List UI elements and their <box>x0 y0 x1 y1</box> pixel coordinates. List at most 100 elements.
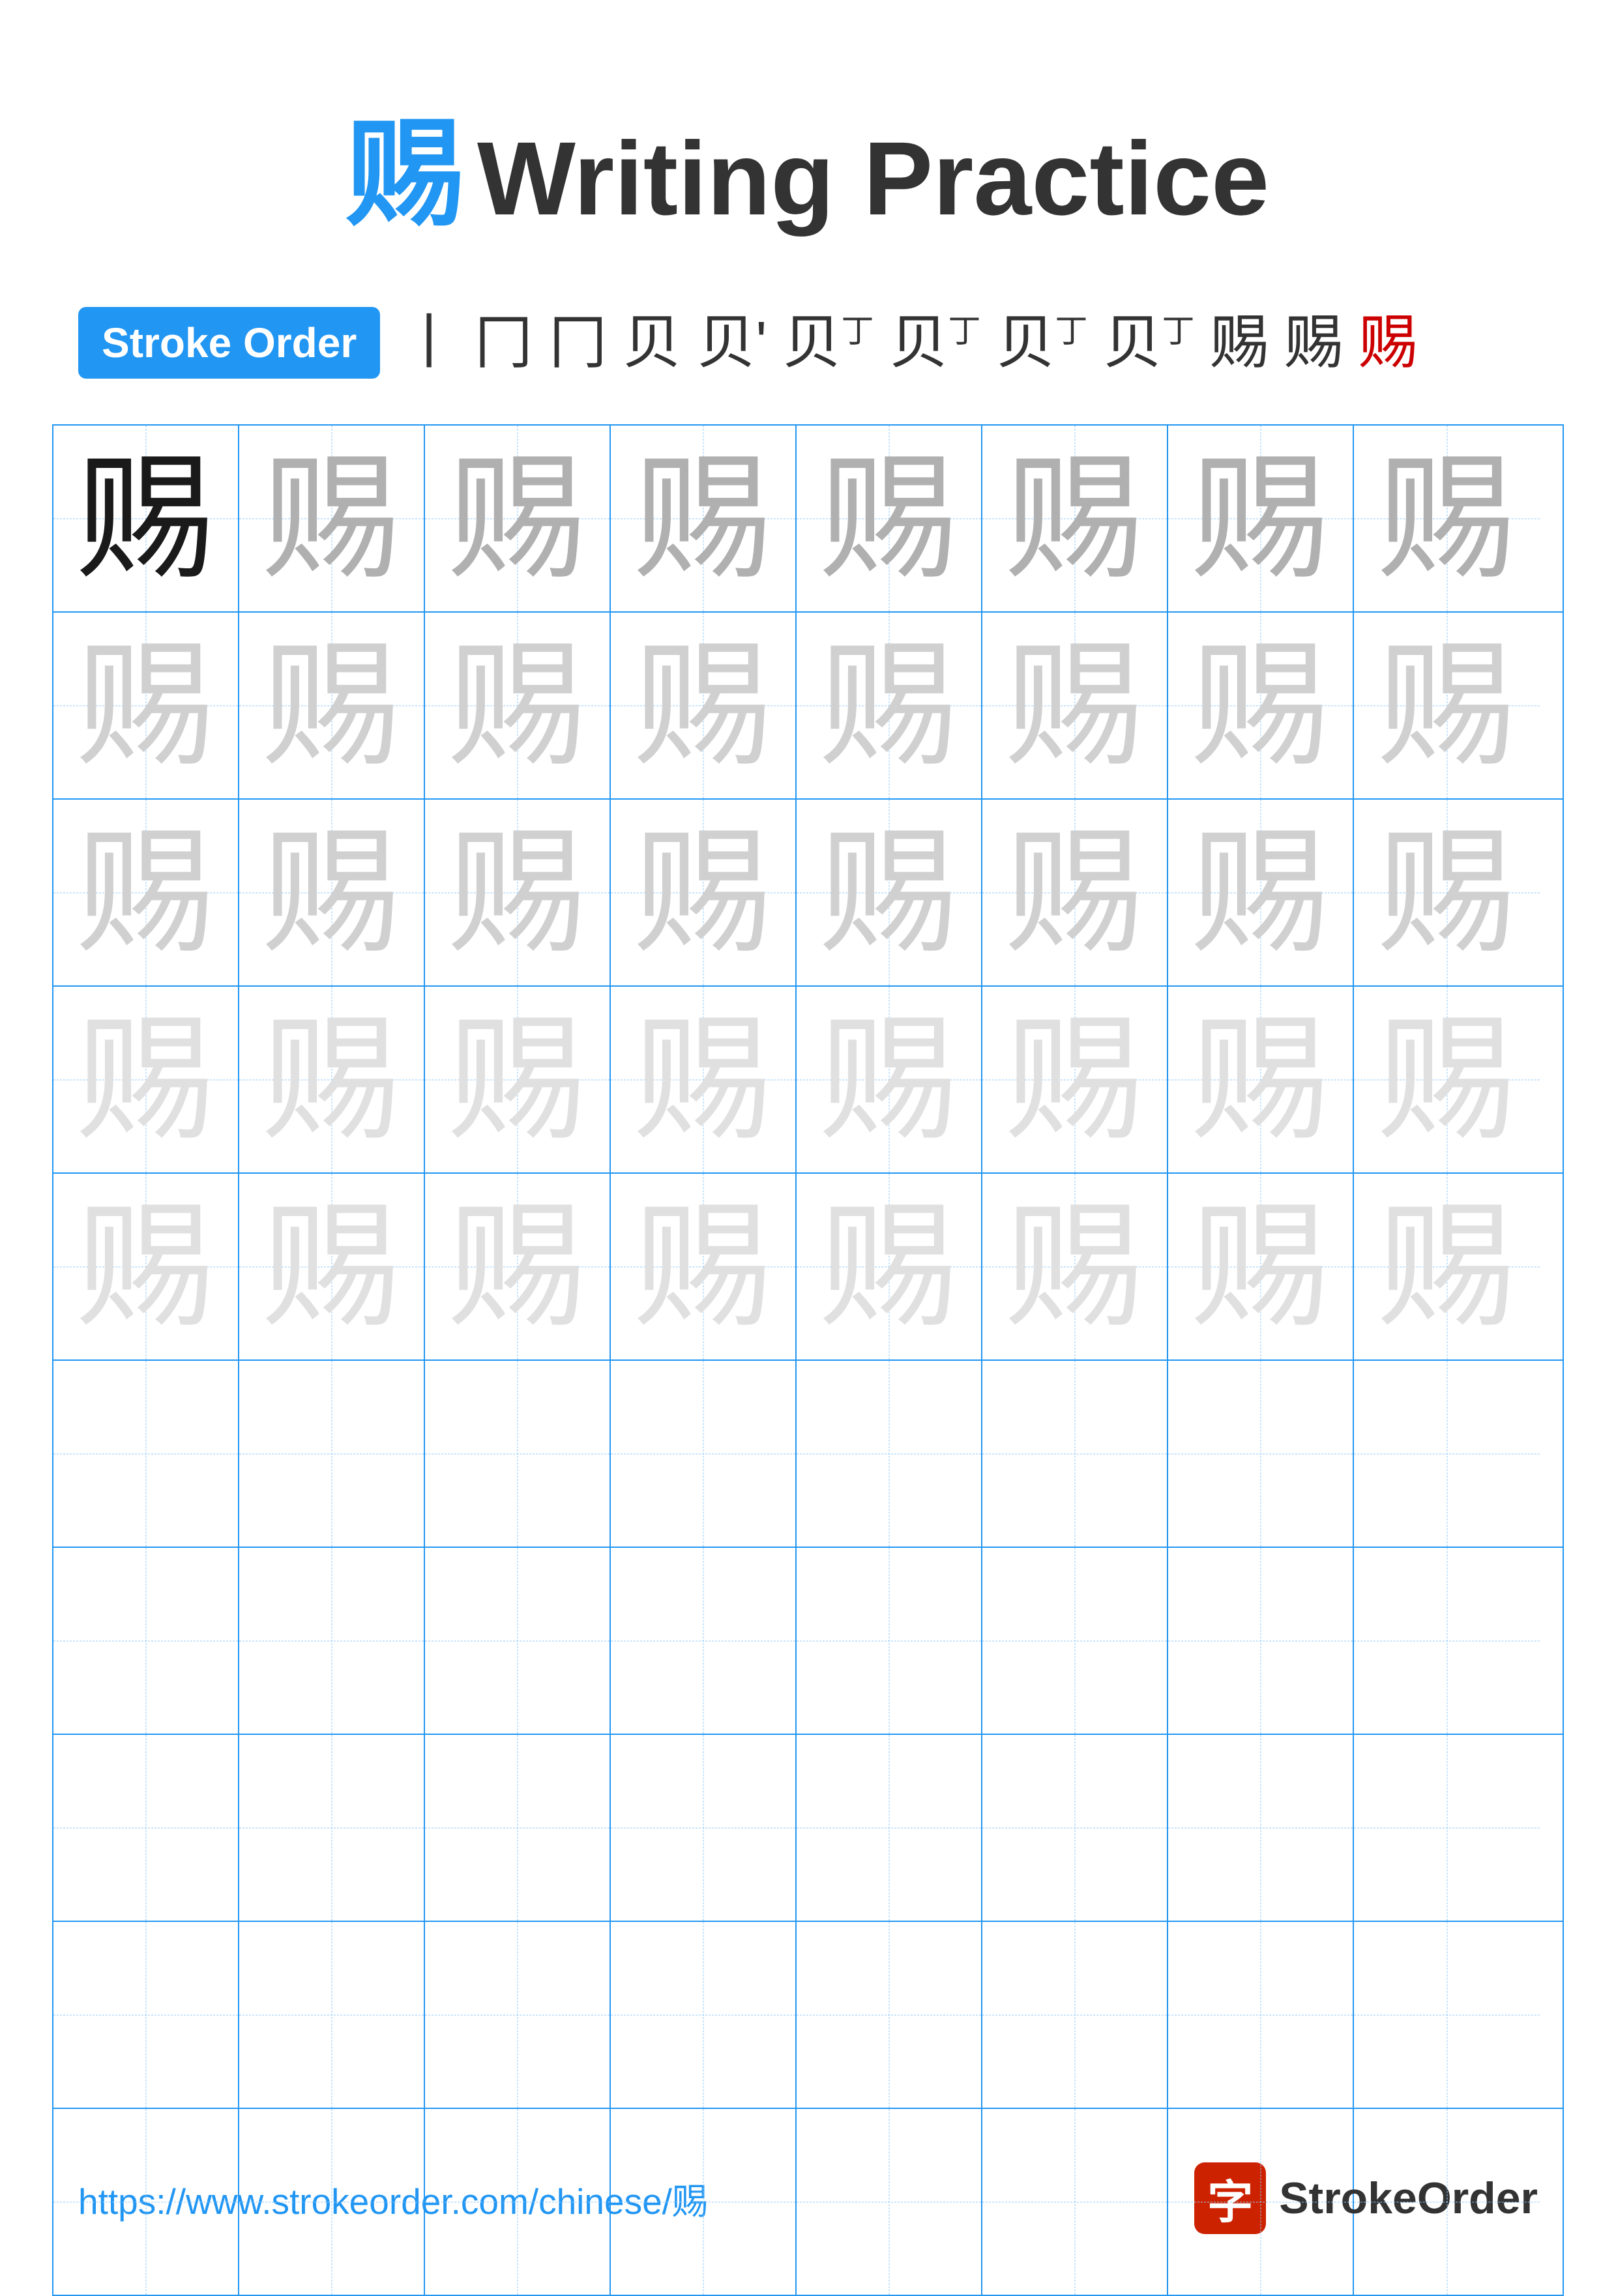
grid-cell[interactable]: 赐 <box>53 987 239 1172</box>
grid-cell[interactable] <box>611 1735 797 1921</box>
char-in-cell: 赐 <box>448 450 585 587</box>
grid-cell[interactable]: 赐 <box>239 987 425 1172</box>
grid-cell[interactable]: 赐 <box>1168 800 1354 985</box>
grid-cell[interactable]: 赐 <box>982 1174 1168 1359</box>
grid-cell[interactable] <box>1354 1361 1540 1547</box>
char-in-cell: 赐 <box>77 450 214 587</box>
grid-cell[interactable] <box>53 1735 239 1921</box>
grid-cell[interactable]: 赐 <box>239 1174 425 1359</box>
grid-cell[interactable]: 赐 <box>53 1174 239 1359</box>
grid-cell[interactable]: 赐 <box>53 426 239 611</box>
char-in-cell: 赐 <box>448 1011 585 1148</box>
grid-cell[interactable]: 赐 <box>1168 613 1354 798</box>
char-in-cell: 赐 <box>448 637 585 774</box>
grid-cell[interactable] <box>982 2109 1168 2295</box>
grid-cell[interactable]: 赐 <box>1354 987 1540 1172</box>
grid-cell[interactable] <box>797 2109 982 2295</box>
stroke-step-1: 丨 <box>400 313 458 372</box>
grid-cell[interactable] <box>1168 1735 1354 1921</box>
char-in-cell: 赐 <box>1192 1199 1329 1335</box>
grid-cell[interactable]: 赐 <box>239 426 425 611</box>
grid-cell[interactable] <box>797 1361 982 1547</box>
grid-cell[interactable] <box>1354 2109 1540 2295</box>
grid-cell[interactable] <box>425 1922 611 2108</box>
grid-cell[interactable]: 赐 <box>982 613 1168 798</box>
grid-cell[interactable] <box>239 1735 425 1921</box>
grid-cell[interactable]: 赐 <box>797 426 982 611</box>
grid-cell[interactable] <box>53 1361 239 1547</box>
stroke-step-7: 贝丁 <box>889 313 980 372</box>
grid-cell[interactable]: 赐 <box>425 613 611 798</box>
grid-cell[interactable]: 赐 <box>53 800 239 985</box>
grid-cell[interactable] <box>239 1922 425 2108</box>
grid-cell[interactable] <box>611 2109 797 2295</box>
stroke-step-9: 贝丁 <box>1103 313 1194 372</box>
stroke-step-6: 贝丁 <box>782 313 874 372</box>
grid-cell[interactable] <box>1354 1922 1540 2108</box>
grid-cell[interactable]: 赐 <box>797 987 982 1172</box>
char-in-cell: 赐 <box>1378 824 1515 961</box>
grid-cell[interactable]: 赐 <box>982 987 1168 1172</box>
grid-cell[interactable] <box>1354 1735 1540 1921</box>
grid-cell[interactable] <box>611 1361 797 1547</box>
grid-cell[interactable] <box>982 1735 1168 1921</box>
grid-cell[interactable] <box>53 2109 239 2295</box>
grid-cell[interactable] <box>797 1548 982 1734</box>
grid-cell[interactable] <box>1168 1922 1354 2108</box>
grid-row <box>53 2109 1563 2295</box>
grid-cell[interactable] <box>53 1548 239 1734</box>
grid-cell[interactable]: 赐 <box>425 987 611 1172</box>
grid-cell[interactable] <box>611 1548 797 1734</box>
grid-cell[interactable]: 赐 <box>797 800 982 985</box>
char-in-cell: 赐 <box>1378 1199 1515 1335</box>
grid-cell[interactable] <box>425 2109 611 2295</box>
grid-cell[interactable] <box>611 1922 797 2108</box>
grid-cell[interactable]: 赐 <box>797 1174 982 1359</box>
grid-cell[interactable] <box>1168 2109 1354 2295</box>
stroke-step-5: 贝' <box>697 313 767 372</box>
grid-cell[interactable] <box>53 1922 239 2108</box>
grid-cell[interactable]: 赐 <box>1354 800 1540 985</box>
grid-cell[interactable] <box>239 1361 425 1547</box>
grid-cell[interactable] <box>425 1361 611 1547</box>
char-in-cell: 赐 <box>820 637 957 774</box>
grid-cell[interactable]: 赐 <box>1168 987 1354 1172</box>
grid-cell[interactable]: 赐 <box>611 426 797 611</box>
grid-cell[interactable]: 赐 <box>239 800 425 985</box>
grid-row <box>53 1735 1563 1922</box>
grid-cell[interactable] <box>239 2109 425 2295</box>
grid-cell[interactable]: 赐 <box>611 987 797 1172</box>
grid-cell[interactable] <box>239 1548 425 1734</box>
stroke-step-11: 赐 <box>1284 313 1343 372</box>
grid-cell[interactable] <box>797 1922 982 2108</box>
grid-cell[interactable]: 赐 <box>425 800 611 985</box>
char-in-cell: 赐 <box>820 1011 957 1148</box>
grid-cell[interactable]: 赐 <box>1354 1174 1540 1359</box>
grid-cell[interactable]: 赐 <box>797 613 982 798</box>
grid-cell[interactable]: 赐 <box>53 613 239 798</box>
grid-cell[interactable] <box>982 1548 1168 1734</box>
grid-cell[interactable]: 赐 <box>611 613 797 798</box>
grid-cell[interactable] <box>1168 1548 1354 1734</box>
footer-url[interactable]: https://www.strokeorder.com/chinese/赐 <box>78 2172 708 2224</box>
grid-cell[interactable]: 赐 <box>611 1174 797 1359</box>
grid-cell[interactable] <box>1168 1361 1354 1547</box>
grid-cell[interactable]: 赐 <box>1354 613 1540 798</box>
grid-cell[interactable]: 赐 <box>1354 426 1540 611</box>
grid-cell[interactable]: 赐 <box>1168 1174 1354 1359</box>
grid-row <box>53 1922 1563 2109</box>
grid-cell[interactable] <box>425 1548 611 1734</box>
grid-cell[interactable] <box>1354 1548 1540 1734</box>
char-in-cell: 赐 <box>77 1199 214 1335</box>
grid-cell[interactable]: 赐 <box>425 426 611 611</box>
grid-cell[interactable]: 赐 <box>611 800 797 985</box>
grid-cell[interactable]: 赐 <box>1168 426 1354 611</box>
grid-cell[interactable]: 赐 <box>425 1174 611 1359</box>
grid-cell[interactable]: 赐 <box>982 426 1168 611</box>
grid-cell[interactable] <box>982 1361 1168 1547</box>
grid-cell[interactable] <box>797 1735 982 1921</box>
grid-cell[interactable]: 赐 <box>982 800 1168 985</box>
grid-cell[interactable] <box>982 1922 1168 2108</box>
grid-cell[interactable]: 赐 <box>239 613 425 798</box>
grid-cell[interactable] <box>425 1735 611 1921</box>
